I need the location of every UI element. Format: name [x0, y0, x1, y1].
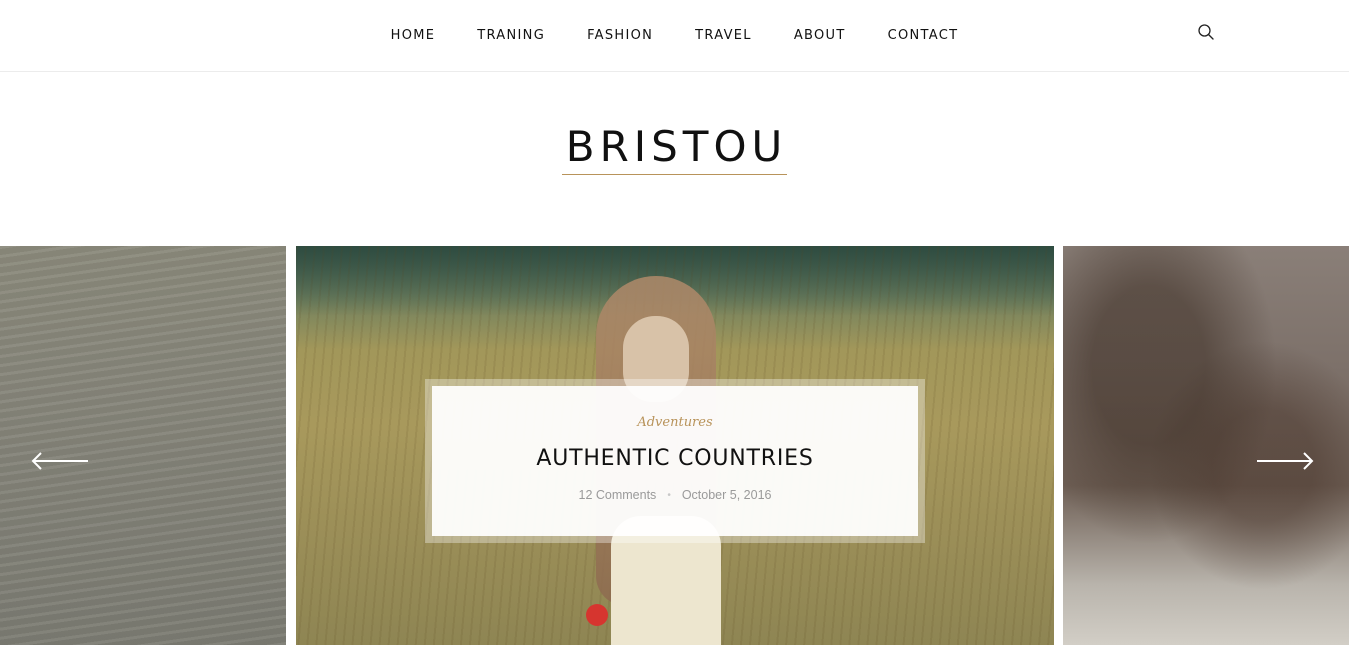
meta-separator: • [667, 489, 671, 501]
nav-contact[interactable]: CONTACT [888, 28, 959, 43]
flower [586, 604, 608, 626]
search-icon [1198, 24, 1214, 40]
nav-about[interactable]: ABOUT [794, 28, 846, 43]
nav-home[interactable]: HOME [391, 28, 436, 43]
slider-prev-button[interactable] [31, 451, 91, 471]
tree-texture [1063, 246, 1349, 645]
featured-slider: Adventures AUTHENTIC COUNTRIES 12 Commen… [0, 246, 1349, 645]
arrow-right-icon [1257, 452, 1314, 470]
site-logo[interactable]: BRISTOU [561, 122, 788, 175]
main-menu: HOME TRANING FASHION TRAVEL ABOUT CONTAC… [0, 0, 1349, 71]
slider-next-button[interactable] [1255, 451, 1315, 471]
search-button[interactable] [1196, 22, 1216, 42]
caption-card: Adventures AUTHENTIC COUNTRIES 12 Commen… [432, 386, 918, 536]
post-title[interactable]: AUTHENTIC COUNTRIES [432, 446, 918, 471]
site-branding: BRISTOU [0, 122, 1349, 175]
post-date[interactable]: October 5, 2016 [682, 488, 772, 502]
arrow-left-icon [31, 452, 88, 470]
top-navigation-bar: HOME TRANING FASHION TRAVEL ABOUT CONTAC… [0, 0, 1349, 72]
nav-travel[interactable]: TRAVEL [695, 28, 752, 43]
slide-previous-image[interactable] [0, 246, 286, 645]
nav-fashion[interactable]: FASHION [587, 28, 653, 43]
slide-next-image[interactable] [1063, 246, 1349, 645]
post-meta: 12 Comments • October 5, 2016 [432, 488, 918, 502]
nav-traning[interactable]: TRANING [477, 28, 545, 43]
post-category[interactable]: Adventures [432, 415, 918, 430]
post-comments-count[interactable]: 12 Comments [579, 488, 657, 502]
water-texture [0, 246, 286, 645]
